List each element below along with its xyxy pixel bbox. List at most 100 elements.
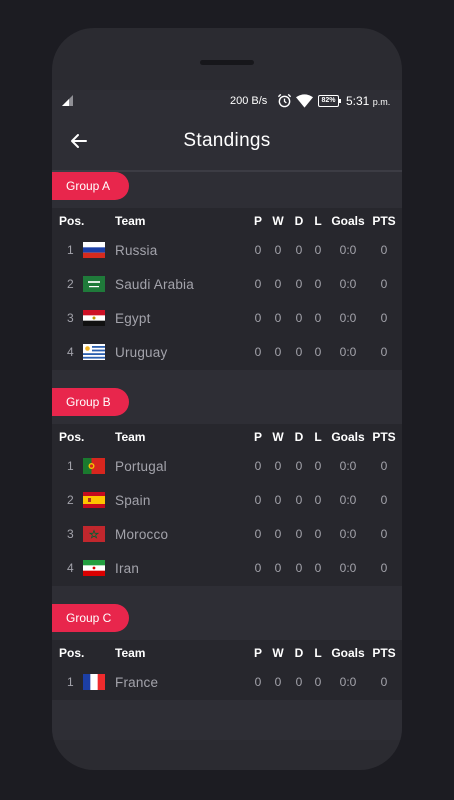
header-drawn: D bbox=[294, 646, 304, 660]
battery-indicator: 82% bbox=[318, 95, 341, 107]
header-pos: Pos. bbox=[59, 430, 85, 444]
team-played: 0 bbox=[254, 345, 262, 359]
team-won: 0 bbox=[274, 243, 282, 257]
signal-icon bbox=[62, 95, 73, 106]
team-points: 0 bbox=[380, 243, 388, 257]
team-won: 0 bbox=[274, 527, 282, 541]
team-drawn: 0 bbox=[295, 493, 303, 507]
team-played: 0 bbox=[254, 493, 262, 507]
table-row[interactable]: 1 Russia 0 0 0 0 0:0 0 bbox=[52, 234, 402, 268]
team-lost: 0 bbox=[314, 459, 322, 473]
header-team: Team bbox=[115, 430, 146, 444]
team-played: 0 bbox=[254, 311, 262, 325]
team-points: 0 bbox=[380, 345, 388, 359]
team-played: 0 bbox=[254, 277, 262, 291]
screen: 200 B/s 82% 5:31 p.m. Standings Group A bbox=[52, 90, 402, 740]
group-label-pill[interactable]: Group B bbox=[52, 388, 129, 416]
team-drawn: 0 bbox=[295, 561, 303, 575]
team-name: Portugal bbox=[115, 459, 167, 474]
header-goals: Goals bbox=[331, 430, 365, 444]
team-name: Morocco bbox=[115, 527, 169, 542]
header-won: W bbox=[272, 214, 284, 228]
clock: 5:31 p.m. bbox=[346, 94, 390, 108]
header-team: Team bbox=[115, 646, 146, 660]
team-position: 1 bbox=[67, 243, 74, 257]
team-goals: 0:0 bbox=[339, 311, 357, 325]
team-drawn: 0 bbox=[295, 527, 303, 541]
table-row[interactable]: 4 Iran 0 0 0 0 0:0 0 bbox=[52, 552, 402, 586]
team-won: 0 bbox=[274, 675, 282, 689]
standings-table: Pos. Team P W D L Goals PTS 1 Russia 0 0… bbox=[52, 208, 402, 370]
header-lost: L bbox=[314, 646, 322, 660]
header-points: PTS bbox=[372, 214, 396, 228]
team-lost: 0 bbox=[314, 311, 322, 325]
team-points: 0 bbox=[380, 675, 388, 689]
group-label-pill[interactable]: Group C bbox=[52, 604, 129, 632]
header-lost: L bbox=[314, 214, 322, 228]
standings-table: Pos. Team P W D L Goals PTS 1 France 0 0… bbox=[52, 640, 402, 700]
team-won: 0 bbox=[274, 277, 282, 291]
team-lost: 0 bbox=[314, 493, 322, 507]
header-goals: Goals bbox=[331, 214, 365, 228]
table-row[interactable]: 1 Portugal 0 0 0 0 0:0 0 bbox=[52, 450, 402, 484]
header-pos: Pos. bbox=[59, 646, 85, 660]
app-bar: Standings bbox=[52, 114, 402, 170]
team-goals: 0:0 bbox=[339, 459, 357, 473]
russia-flag bbox=[83, 242, 105, 258]
table-header-row: Pos. Team P W D L Goals PTS bbox=[52, 208, 402, 234]
table-header-row: Pos. Team P W D L Goals PTS bbox=[52, 424, 402, 450]
spain-flag bbox=[83, 492, 105, 508]
team-position: 3 bbox=[67, 527, 74, 541]
team-played: 0 bbox=[254, 561, 262, 575]
header-played: P bbox=[253, 214, 262, 228]
standings-list[interactable]: Group A Pos. Team P W D L Goals PTS 1 Ru… bbox=[52, 172, 402, 740]
clock-ampm: p.m. bbox=[372, 97, 391, 107]
team-position: 1 bbox=[67, 459, 74, 473]
team-goals: 0:0 bbox=[339, 493, 357, 507]
team-name: Iran bbox=[115, 561, 140, 576]
portugal-flag bbox=[83, 458, 105, 474]
team-drawn: 0 bbox=[295, 675, 303, 689]
team-points: 0 bbox=[380, 527, 388, 541]
clock-time: 5:31 bbox=[346, 94, 370, 108]
team-position: 3 bbox=[67, 311, 74, 325]
table-row[interactable]: 3 Morocco 0 0 0 0 0:0 0 bbox=[52, 518, 402, 552]
team-goals: 0:0 bbox=[339, 345, 357, 359]
speaker-grille bbox=[200, 60, 254, 65]
team-won: 0 bbox=[274, 493, 282, 507]
team-played: 0 bbox=[254, 527, 262, 541]
table-row[interactable]: 1 France 0 0 0 0 0:0 0 bbox=[52, 666, 402, 700]
table-row[interactable]: 2 Saudi Arabia 0 0 0 0 0:0 0 bbox=[52, 268, 402, 302]
team-position: 1 bbox=[67, 675, 74, 689]
uruguay-flag bbox=[83, 344, 105, 360]
header-points: PTS bbox=[372, 430, 396, 444]
header-goals: Goals bbox=[331, 646, 365, 660]
team-lost: 0 bbox=[314, 345, 322, 359]
table-row[interactable]: 2 Spain 0 0 0 0 0:0 0 bbox=[52, 484, 402, 518]
team-goals: 0:0 bbox=[339, 243, 357, 257]
standings-table: Pos. Team P W D L Goals PTS 1 Portugal 0… bbox=[52, 424, 402, 586]
france-flag bbox=[83, 674, 105, 690]
group-label-pill[interactable]: Group A bbox=[52, 172, 129, 200]
team-points: 0 bbox=[380, 459, 388, 473]
team-played: 0 bbox=[254, 243, 262, 257]
team-points: 0 bbox=[380, 493, 388, 507]
saudi-arabia-flag bbox=[83, 276, 105, 292]
team-points: 0 bbox=[380, 561, 388, 575]
team-lost: 0 bbox=[314, 561, 322, 575]
team-played: 0 bbox=[254, 675, 262, 689]
wifi-icon bbox=[296, 94, 313, 108]
table-row[interactable]: 3 Egypt 0 0 0 0 0:0 0 bbox=[52, 302, 402, 336]
team-won: 0 bbox=[274, 459, 282, 473]
team-goals: 0:0 bbox=[339, 527, 357, 541]
alarm-icon bbox=[277, 93, 292, 108]
team-lost: 0 bbox=[314, 527, 322, 541]
header-drawn: D bbox=[294, 430, 304, 444]
team-drawn: 0 bbox=[295, 311, 303, 325]
table-row[interactable]: 4 Uruguay 0 0 0 0 0:0 0 bbox=[52, 336, 402, 370]
team-won: 0 bbox=[274, 345, 282, 359]
morocco-flag bbox=[83, 526, 105, 542]
phone-frame: 200 B/s 82% 5:31 p.m. Standings Group A bbox=[52, 28, 402, 770]
team-name: Russia bbox=[115, 243, 158, 258]
team-drawn: 0 bbox=[295, 345, 303, 359]
